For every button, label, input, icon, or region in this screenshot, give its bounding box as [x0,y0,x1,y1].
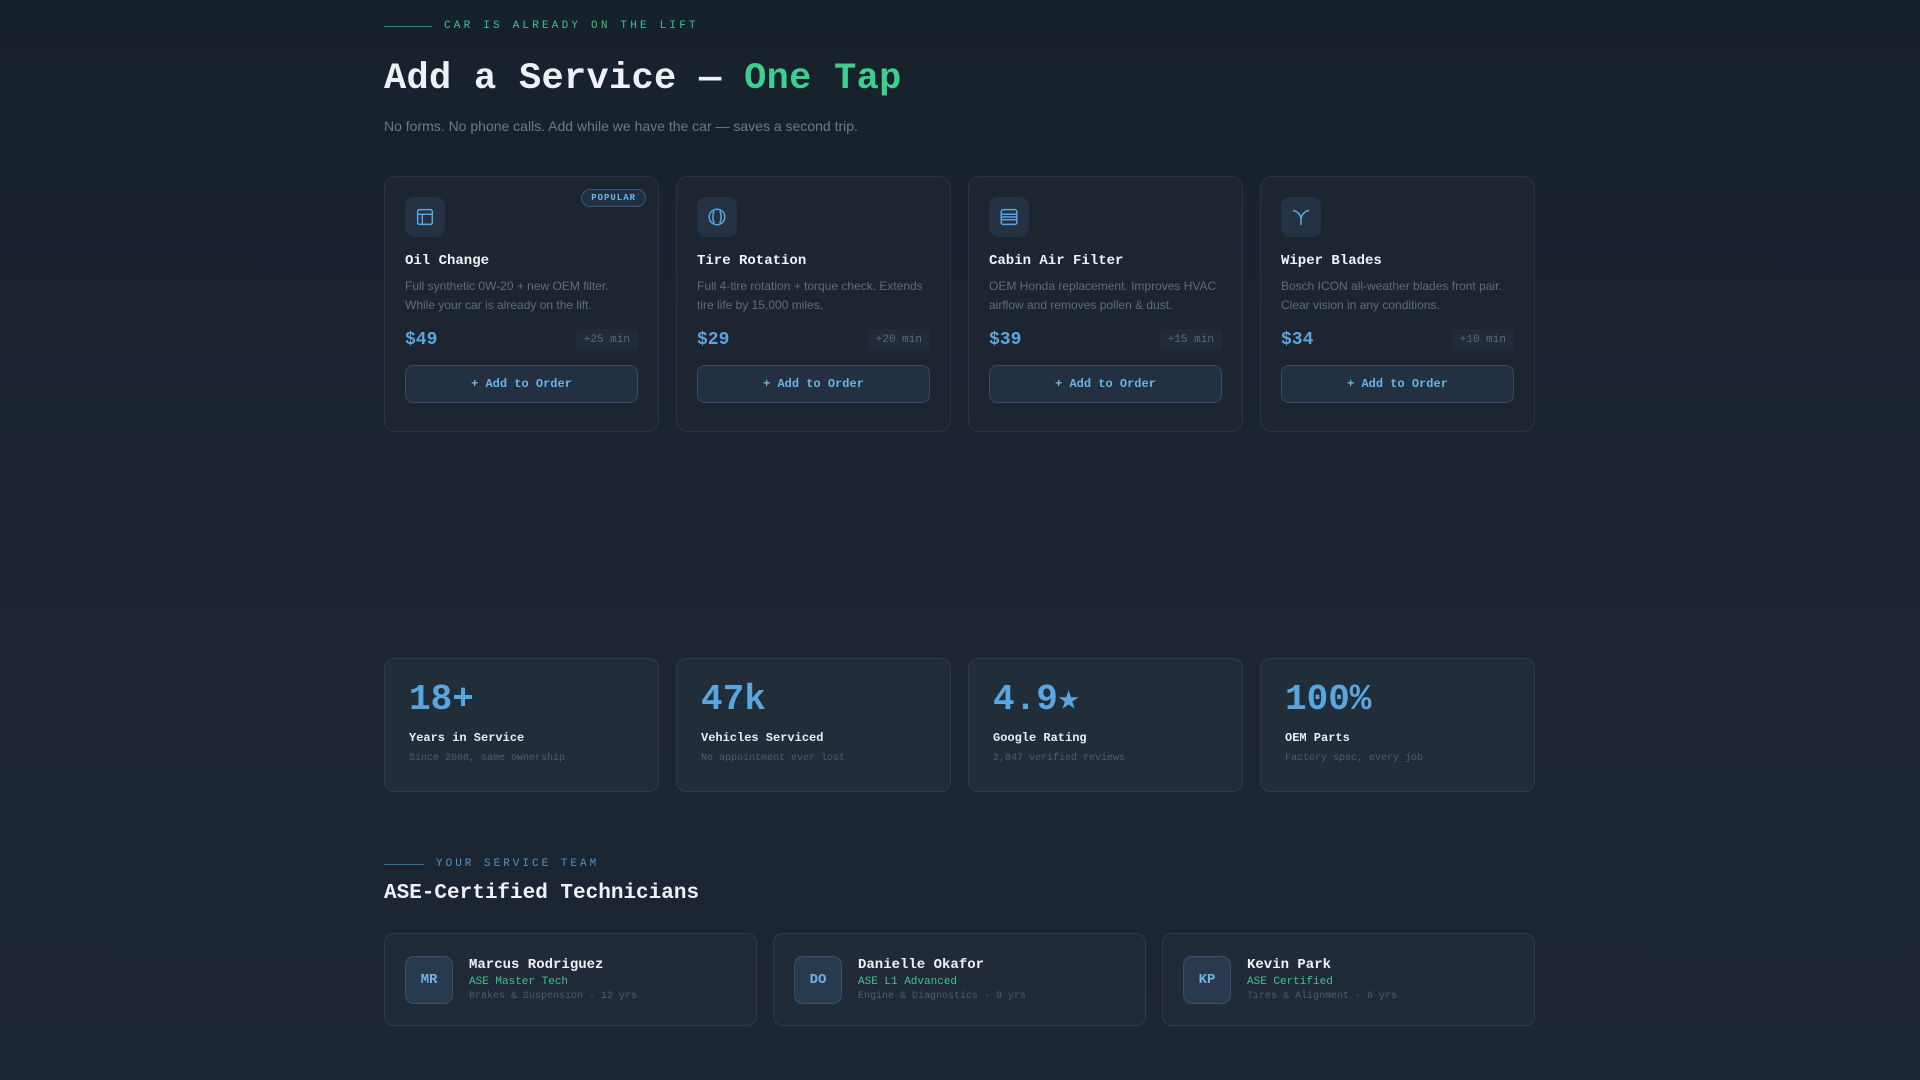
service-card-wiper-blades: Wiper Blades Bosch ICON all-weather blad… [1260,176,1535,432]
stat-card-vehicles: 47k Vehicles Serviced No appointment eve… [676,658,951,792]
technician-certification: ASE Certified [1247,976,1333,988]
stat-value: 4.9★ [993,679,1080,720]
avatar: DO [794,955,842,1004]
stat-card-rating: 4.9★ Google Rating 2,847 verified review… [968,658,1243,792]
service-card-tire-rotation: Tire Rotation Full 4-tire rotation + tor… [676,176,951,432]
technician-specialty: Engine & Diagnostics · 9 yrs [858,991,1027,1002]
service-name: Cabin Air Filter [989,253,1124,269]
popular-badge: POPULAR [581,189,646,207]
technician-info: Marcus Rodriguez ASE Master Tech Brakes … [469,957,637,1002]
stat-note: Factory spec, every job [1285,753,1424,764]
wiper-icon [1281,197,1321,237]
air-filter-icon [989,197,1029,237]
stats-list: 18+ Years in Service Since 2008, same ow… [384,658,1536,792]
service-meta: $34 +10 min [1281,329,1514,351]
technician-card-marcus: MR Marcus Rodriguez ASE Master Tech Brak… [384,933,757,1026]
technician-info: Danielle Okafor ASE L1 Advanced Engine &… [858,957,1026,1002]
oil-filter-icon [405,197,445,237]
stat-card-oem-parts: 100% OEM Parts Factory spec, every job [1260,658,1535,792]
service-time: +10 min [1451,329,1514,351]
service-time: +25 min [575,329,638,351]
service-name: Tire Rotation [697,253,807,269]
add-oil-change-button[interactable]: + Add to Order [405,365,638,403]
stat-value: 18+ [409,679,474,720]
service-description: Bosch ICON all-weather blades front pair… [1281,279,1502,312]
title-accent: One Tap [744,58,902,100]
stat-label: Years in Service [409,731,525,745]
technician-card-danielle: DO Danielle Okafor ASE L1 Advanced Engin… [773,933,1146,1026]
service-time: +20 min [867,329,930,351]
technician-name: Kevin Park [1247,957,1332,973]
technician-name: Marcus Rodriguez [469,957,604,973]
service-description: Full synthetic 0W-20 + new OEM filter. W… [405,279,609,312]
team-section-title: ASE-Certified Technicians [384,882,700,905]
technician-certification: ASE Master Tech [469,976,569,988]
stat-card-years: 18+ Years in Service Since 2008, same ow… [384,658,659,792]
title-main: Add a Service — [384,58,745,100]
service-description: OEM Honda replacement. Improves HVAC air… [989,279,1217,312]
eyebrow-text: CAR IS ALREADY ON THE LIFT [444,20,699,32]
service-time: +15 min [1159,329,1222,351]
stat-value: 100% [1285,679,1372,720]
service-price: $29 [697,330,730,350]
avatar: KP [1183,955,1231,1004]
service-card-oil-change: POPULAR Oil Change Full synthetic 0W-20 … [384,176,659,432]
service-meta: $39 +15 min [989,329,1222,351]
service-price: $34 [1281,330,1314,350]
stat-note: 2,847 verified reviews [993,753,1126,764]
technician-specialty: Tires & Alignment · 6 yrs [1247,991,1398,1002]
add-tire-rotation-button[interactable]: + Add to Order [697,365,930,403]
technician-card-kevin: KP Kevin Park ASE Certified Tires & Alig… [1162,933,1535,1026]
team-eyebrow-divider [384,863,424,865]
technician-name: Danielle Okafor [858,957,985,973]
service-card-list: POPULAR Oil Change Full synthetic 0W-20 … [384,176,1536,432]
stat-note: No appointment ever lost [701,753,846,764]
page-title: Add a Service — One Tap [384,58,902,100]
add-wiper-blades-button[interactable]: + Add to Order [1281,365,1514,403]
stat-note: Since 2008, same ownership [409,753,566,764]
hero-eyebrow: CAR IS ALREADY ON THE LIFT [384,20,699,32]
eyebrow-divider [384,25,432,27]
stat-label: Vehicles Serviced [701,731,824,745]
stat-label: Google Rating [993,731,1087,745]
service-card-cabin-air-filter: Cabin Air Filter OEM Honda replacement. … [968,176,1243,432]
service-description: Full 4-tire rotation + torque check. Ext… [697,279,923,312]
tire-icon [697,197,737,237]
avatar: MR [405,955,453,1004]
service-name: Wiper Blades [1281,253,1382,269]
service-meta: $29 +20 min [697,329,930,351]
stat-label: OEM Parts [1285,731,1350,745]
service-meta: $49 +25 min [405,329,638,351]
team-eyebrow-text: YOUR SERVICE TEAM [436,858,600,870]
technician-specialty: Brakes & Suspension · 12 yrs [469,991,638,1002]
page-subtitle: No forms. No phone calls. Add while we h… [384,118,858,134]
technician-info: Kevin Park ASE Certified Tires & Alignme… [1247,957,1397,1002]
service-price: $49 [405,330,438,350]
team-eyebrow: YOUR SERVICE TEAM [384,858,599,870]
service-price: $39 [989,330,1022,350]
technician-certification: ASE L1 Advanced [858,976,958,988]
technician-list: MR Marcus Rodriguez ASE Master Tech Brak… [384,933,1536,1026]
add-cabin-air-filter-button[interactable]: + Add to Order [989,365,1222,403]
service-name: Oil Change [405,253,490,269]
stat-value: 47k [701,679,766,720]
